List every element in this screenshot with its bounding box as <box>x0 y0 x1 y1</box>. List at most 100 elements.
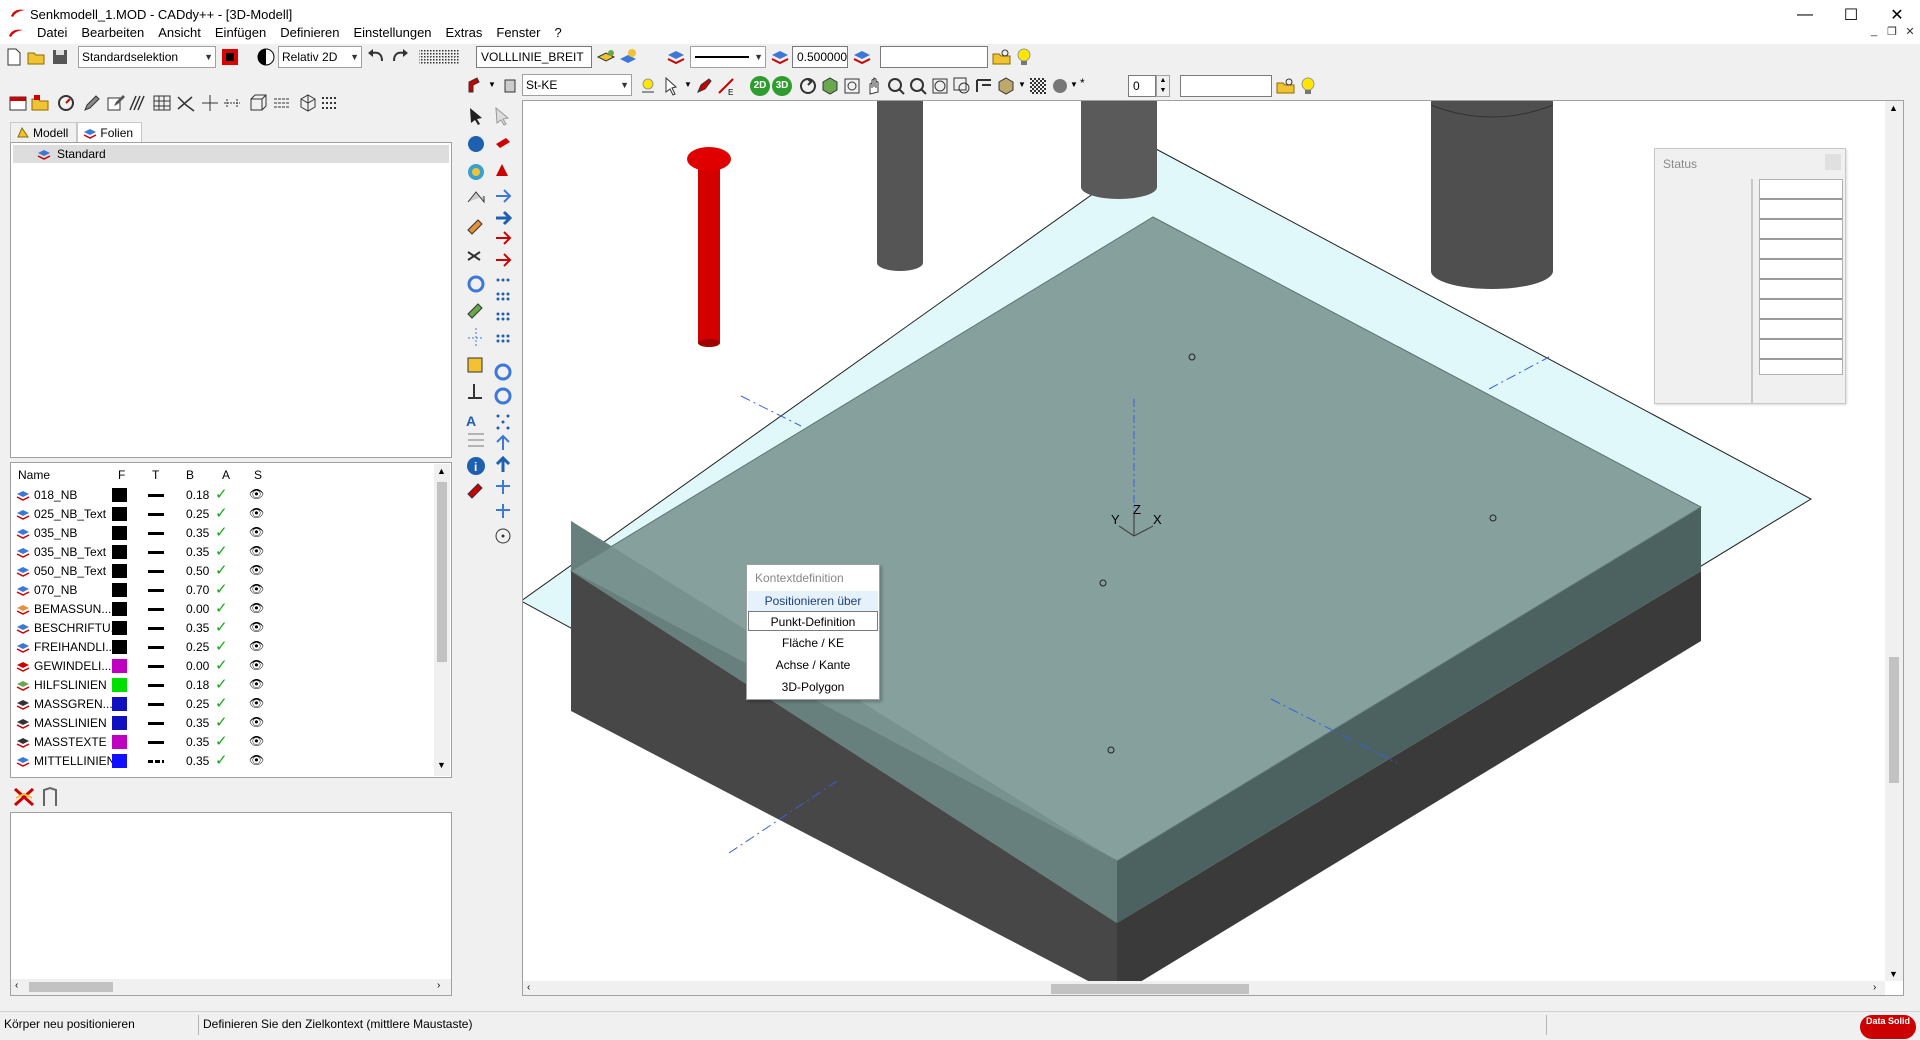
chevron-down-icon[interactable]: ▼ <box>684 80 692 89</box>
layer-lock-icon[interactable] <box>596 47 616 67</box>
hatch-pen-icon[interactable] <box>128 93 148 113</box>
red-pin-shaft[interactable] <box>698 163 720 343</box>
layer-linewidth[interactable]: 0.35 <box>186 621 209 635</box>
layer-table-scrollbar[interactable]: ▲ ▼ <box>434 464 450 776</box>
chevron-down-icon[interactable]: ▼ <box>1018 80 1026 89</box>
active-check-icon[interactable]: ✓ <box>215 637 228 655</box>
scroll-up-icon[interactable]: ▲ <box>437 466 446 476</box>
layer-linetype[interactable] <box>148 703 164 706</box>
scroll-right-icon[interactable]: › <box>1873 982 1876 993</box>
active-check-icon[interactable]: ✓ <box>215 751 228 769</box>
trim-icon[interactable] <box>176 93 196 113</box>
layer-linetype[interactable] <box>148 589 164 592</box>
pencil-icon[interactable] <box>82 93 102 113</box>
scroll-thumb[interactable] <box>1889 657 1899 783</box>
view-3d-button[interactable]: 3D <box>772 76 792 96</box>
search-field-1[interactable] <box>880 46 988 68</box>
menu-fenster[interactable]: Fenster <box>489 22 547 44</box>
zoom-in-icon[interactable] <box>886 76 906 96</box>
visibility-eye-icon[interactable]: 👁 <box>249 563 264 577</box>
layer-linetype[interactable] <box>148 646 164 649</box>
layer-row[interactable]: BESCHRIFTU... 0.35 ✓ 👁 <box>12 618 432 637</box>
app-menu-icon[interactable] <box>8 28 24 38</box>
element-type-dropdown[interactable]: St-KE ▼ <box>522 74 632 96</box>
layer-color-swatch[interactable] <box>112 697 127 711</box>
layer-linewidth[interactable]: 0.35 <box>186 716 209 730</box>
menu-item-3d-polygon[interactable]: 3D-Polygon <box>748 677 878 697</box>
snap-mode-icon[interactable] <box>256 47 276 67</box>
layer-color-swatch[interactable] <box>112 564 127 578</box>
layer-linetype[interactable] <box>148 570 164 573</box>
layer-linewidth[interactable]: 0.18 <box>186 678 209 692</box>
active-check-icon[interactable]: ✓ <box>215 561 228 579</box>
folder-search-icon[interactable] <box>1276 76 1296 96</box>
number-field[interactable]: 0 <box>1128 75 1156 97</box>
layer-linewidth[interactable]: 0.25 <box>186 697 209 711</box>
viewport-hscrollbar[interactable]: ‹ › <box>523 981 1885 995</box>
layer-color-swatch[interactable] <box>112 507 127 521</box>
layer-linetype[interactable] <box>148 741 164 744</box>
layer-color-swatch[interactable] <box>112 735 127 749</box>
layer-linewidth[interactable]: 0.35 <box>186 754 209 768</box>
element-type-icon[interactable] <box>500 76 520 96</box>
rotate-view-icon[interactable] <box>798 76 818 96</box>
section-icon[interactable] <box>272 93 292 113</box>
layer-color-swatch[interactable] <box>112 602 127 616</box>
col-b[interactable]: B <box>186 468 194 482</box>
layer-linetype[interactable] <box>148 760 164 763</box>
redo-icon[interactable] <box>390 47 410 67</box>
active-check-icon[interactable]: ✓ <box>215 656 228 674</box>
layer-row[interactable]: FREIHANDLI... 0.25 ✓ 👁 <box>12 637 432 656</box>
visibility-eye-icon[interactable]: 👁 <box>249 601 264 615</box>
layer-row[interactable]: MASSGREN... 0.25 ✓ 👁 <box>12 694 432 713</box>
open-folder-icon[interactable] <box>26 47 46 67</box>
scroll-right-icon[interactable]: › <box>437 980 440 991</box>
active-check-icon[interactable]: ✓ <box>215 542 228 560</box>
layer-linewidth[interactable]: 0.25 <box>186 507 209 521</box>
measure-icon[interactable] <box>56 93 76 113</box>
layer-row[interactable]: 018_NB 0.18 ✓ 👁 <box>12 485 432 504</box>
line-width-icon[interactable] <box>770 47 790 67</box>
edit-pencil-icon[interactable] <box>106 93 126 113</box>
scroll-thumb[interactable] <box>1051 984 1249 994</box>
layer-linetype[interactable] <box>148 532 164 535</box>
asterisk-icon[interactable]: * <box>1080 76 1085 90</box>
layer-row[interactable]: 070_NB 0.70 ✓ 👁 <box>12 580 432 599</box>
layer-row[interactable]: GEWINDELI... 0.00 ✓ 👁 <box>12 656 432 675</box>
scroll-down-icon[interactable]: ▼ <box>437 760 446 770</box>
visibility-eye-icon[interactable]: 👁 <box>249 487 264 501</box>
sphere-icon[interactable] <box>1050 76 1070 96</box>
visibility-eye-icon[interactable]: 👁 <box>249 658 264 672</box>
layer-color-swatch[interactable] <box>112 754 127 768</box>
status-list[interactable] <box>1759 179 1843 375</box>
layer-row[interactable]: MASSTEXTE 0.35 ✓ 👁 <box>12 732 432 751</box>
zoom-out-icon[interactable] <box>908 76 928 96</box>
lightbulb-icon[interactable] <box>1298 76 1318 96</box>
checker-icon[interactable] <box>1028 76 1048 96</box>
col-s[interactable]: S <box>254 468 262 482</box>
search-field-2[interactable] <box>1180 75 1272 97</box>
tree-item-standard[interactable]: Standard <box>13 145 449 163</box>
selection-mode-dropdown[interactable]: Standardselektion ▼ <box>78 46 216 68</box>
info-hscrollbar[interactable]: ‹ › <box>11 979 451 995</box>
layer-row[interactable]: 025_NB_Text 0.25 ✓ 👁 <box>12 504 432 523</box>
menu-datei[interactable]: Datei <box>30 22 74 44</box>
menu-ansicht[interactable]: Ansicht <box>151 22 208 44</box>
cylinder-left[interactable] <box>877 101 923 263</box>
menu-einfuegen[interactable]: Einfügen <box>208 22 273 44</box>
visibility-eye-icon[interactable]: 👁 <box>249 639 264 653</box>
layer-linewidth[interactable]: 0.70 <box>186 583 209 597</box>
dimension-icon[interactable] <box>222 93 242 113</box>
layer-color-swatch[interactable] <box>112 583 127 597</box>
layer-linetype[interactable] <box>148 722 164 725</box>
visibility-eye-icon[interactable]: 👁 <box>249 753 264 767</box>
layer-linetype[interactable] <box>148 665 164 668</box>
layer-row[interactable]: 050_NB_Text 0.50 ✓ 👁 <box>12 561 432 580</box>
tab-modell[interactable]: Modell <box>10 122 78 142</box>
line-width-field[interactable]: 0.500000 <box>792 46 848 68</box>
scroll-down-icon[interactable]: ▼ <box>1889 969 1898 979</box>
viewport-vscrollbar[interactable]: ▲ ▼ <box>1885 101 1903 981</box>
menu-bearbeiten[interactable]: Bearbeiten <box>74 22 151 44</box>
chevron-down-icon[interactable]: ▼ <box>1070 80 1078 89</box>
layer-color-swatch[interactable] <box>112 659 127 673</box>
